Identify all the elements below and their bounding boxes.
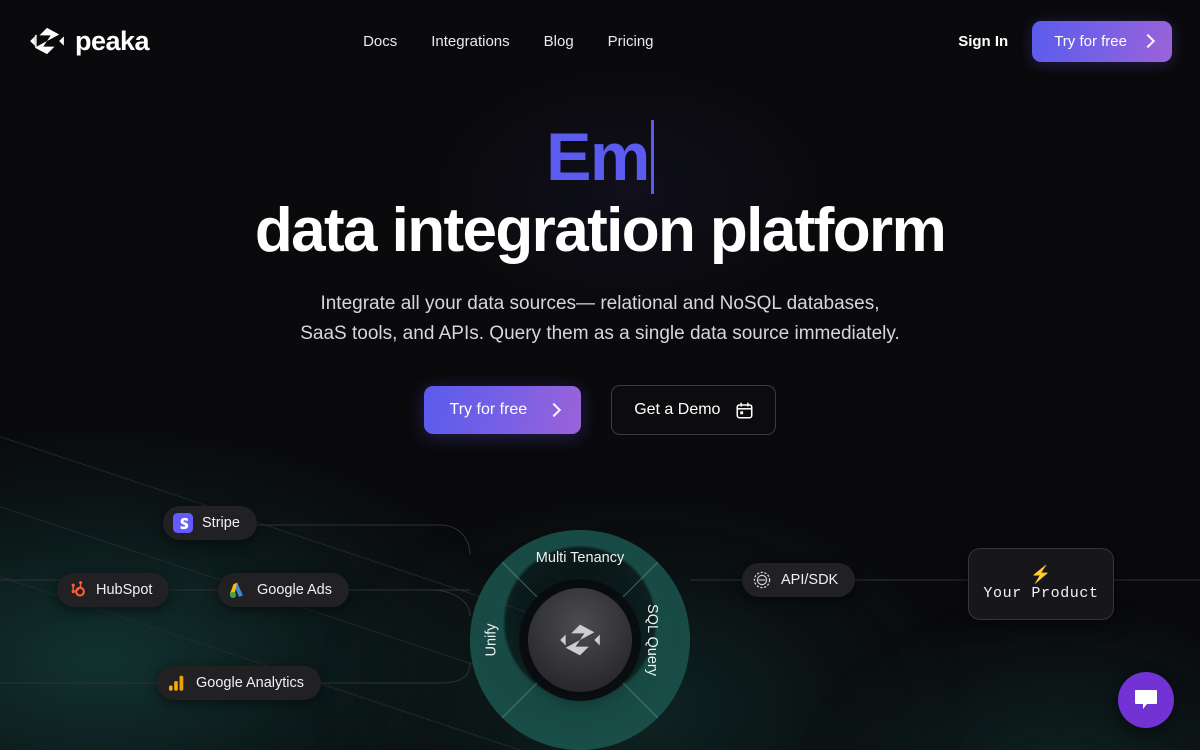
hero-headline-typed-line: Em <box>0 118 1200 196</box>
get-a-demo-button[interactable]: Get a Demo <box>611 385 777 436</box>
nav-try-for-free-label: Try for free <box>1054 32 1127 50</box>
hub-label-unify: Unify <box>483 623 500 657</box>
nav-link-pricing[interactable]: Pricing <box>608 33 654 50</box>
nav-right-actions: Sign In Try for free <box>958 20 1172 62</box>
nav-try-for-free-button[interactable]: Try for free <box>1032 20 1172 62</box>
source-pill-hubspot-label: HubSpot <box>96 582 153 598</box>
output-pill-api-sdk-label: API/SDK <box>781 572 839 588</box>
sign-in-link[interactable]: Sign In <box>958 33 1008 50</box>
hero-try-for-free-button[interactable]: Try for free <box>423 386 582 435</box>
get-a-demo-label: Get a Demo <box>634 401 721 419</box>
source-pill-google-analytics-label: Google Analytics <box>196 675 305 691</box>
chat-bubble-icon <box>1135 690 1157 709</box>
hub-center-logo <box>528 588 632 692</box>
hero-subheadline-line1: Integrate all your data sources— relatio… <box>320 293 880 315</box>
brand-logo[interactable]: peaka <box>28 25 150 57</box>
nav-link-blog[interactable]: Blog <box>544 33 574 50</box>
top-navigation-bar: peaka Docs Integrations Blog Pricing Sig… <box>0 0 1200 82</box>
peaka-hub: Multi Tenancy Unify SQL Query <box>470 530 690 750</box>
hero-headline: data integration platform <box>254 196 947 265</box>
source-pill-google-ads-label: Google Ads <box>257 582 332 598</box>
integration-diagram: Stripe HubSpot Google Ads Google Analyti… <box>0 430 1200 750</box>
brand-name: peaka <box>75 25 150 56</box>
typing-caret <box>650 120 654 194</box>
your-product-card[interactable]: ⚡ Your Product <box>968 548 1114 620</box>
nav-link-integrations[interactable]: Integrations <box>431 33 509 50</box>
chevron-right-icon <box>547 403 562 418</box>
hubspot-icon <box>71 581 85 597</box>
calendar-icon <box>736 402 753 419</box>
hub-label-multi-tenancy: Multi Tenancy <box>535 550 625 566</box>
peaka-hexagon-logo-icon <box>30 27 64 55</box>
chevron-right-icon <box>1140 33 1156 49</box>
source-pill-stripe[interactable]: Stripe <box>163 506 257 540</box>
hero-subheadline-line2: SaaS tools, and APIs. Query them as a si… <box>300 323 900 345</box>
hero-subheadline: Integrate all your data sources— relatio… <box>0 289 1200 349</box>
source-pill-hubspot[interactable]: HubSpot <box>57 573 170 607</box>
source-pill-stripe-label: Stripe <box>202 515 240 531</box>
hub-label-sql-query: SQL Query <box>644 604 660 676</box>
api-sdk-icon <box>753 571 771 589</box>
hero-try-for-free-label: Try for free <box>449 401 528 419</box>
stripe-icon <box>173 513 193 533</box>
hero-typed-text: Em <box>546 119 650 195</box>
hero-cta-row: Try for free Get a Demo <box>0 385 1200 436</box>
source-pill-google-ads[interactable]: Google Ads <box>218 573 349 607</box>
source-pill-google-analytics[interactable]: Google Analytics <box>157 666 322 700</box>
hero-section: Em data integration platform Integrate a… <box>0 82 1200 436</box>
chat-widget-button[interactable] <box>1118 672 1174 728</box>
nav-links: Docs Integrations Blog Pricing <box>363 33 653 50</box>
google-analytics-icon <box>169 675 184 691</box>
your-product-label: Your Product <box>983 585 1099 602</box>
google-ads-icon <box>229 582 243 598</box>
lightning-bolt-icon: ⚡ <box>1030 565 1052 584</box>
peaka-hexagon-logo-icon <box>560 624 600 656</box>
output-pill-api-sdk[interactable]: API/SDK <box>742 563 856 597</box>
nav-link-docs[interactable]: Docs <box>363 33 397 50</box>
